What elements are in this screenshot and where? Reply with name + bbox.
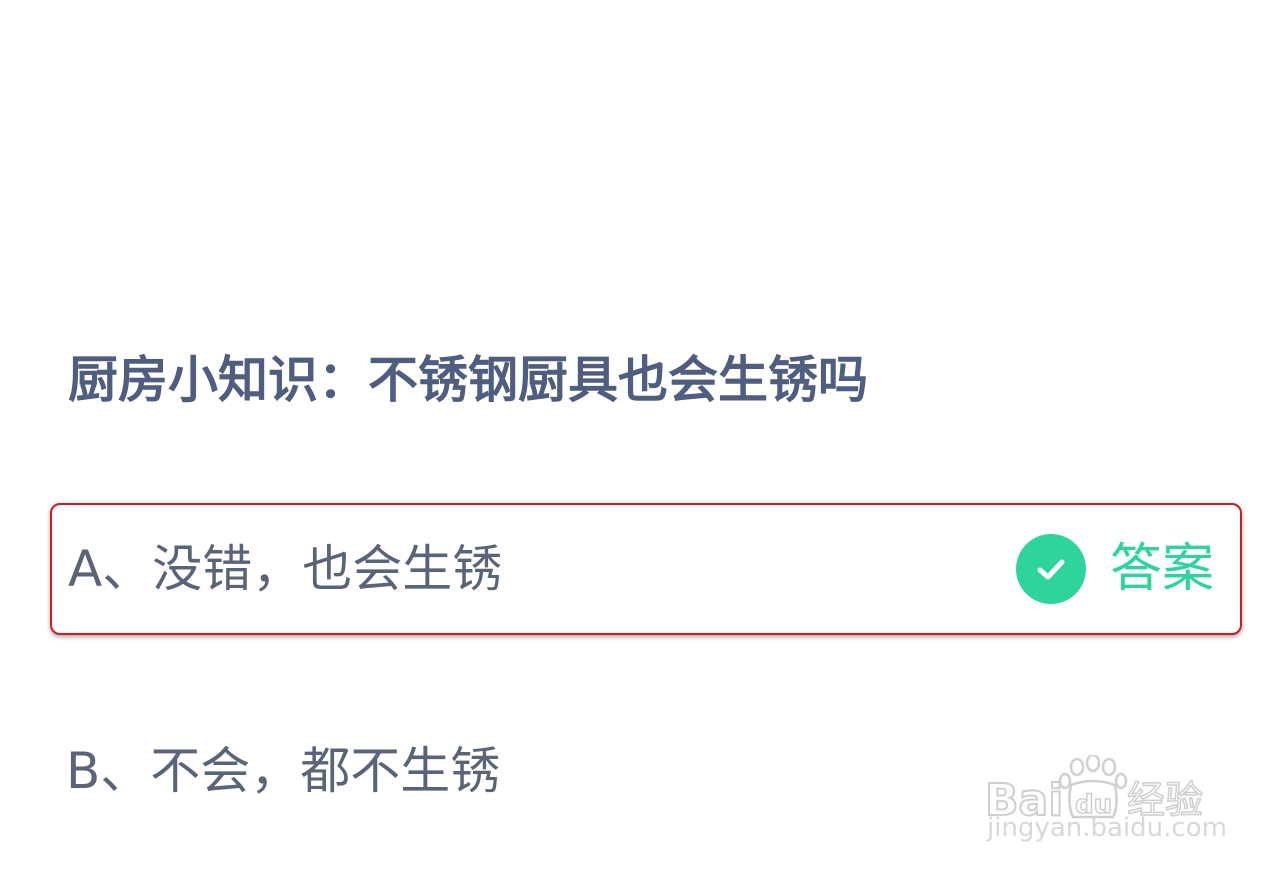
- check-circle-icon: [1015, 534, 1086, 604]
- answer-label: 答案: [1109, 539, 1214, 599]
- answer-tag: 答案: [1015, 534, 1214, 604]
- option-a[interactable]: A、没错，也会生锈 答案: [50, 503, 1242, 635]
- option-a-label: A、没错，也会生锈: [68, 540, 503, 598]
- baidu-jingyan-watermark: Bai du 经验 jingyan.baidu.com: [985, 735, 1227, 855]
- option-b-label: B、不会，都不生锈: [66, 742, 501, 800]
- watermark-url: jingyan.baidu.com: [987, 813, 1227, 843]
- quiz-page: 厨房小知识：不锈钢厨具也会生锈吗 A、没错，也会生锈 答案 B、不会，都不生锈: [0, 0, 1284, 875]
- question-title: 厨房小知识：不锈钢厨具也会生锈吗: [68, 351, 868, 409]
